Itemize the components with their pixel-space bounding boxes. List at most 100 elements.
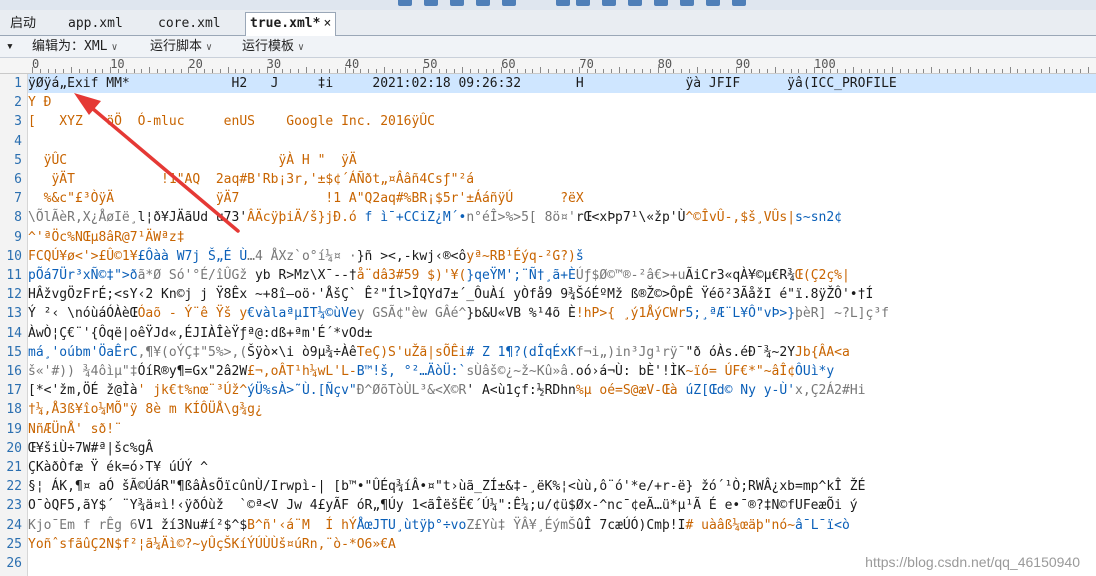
toolbar-icon-view[interactable] bbox=[628, 0, 642, 6]
text-line[interactable]: §¦ ÁK,¶¤ aÓ šÃ©ÚáR"¶ßâÀsÕïcûnÙ/Irwpì-| [… bbox=[28, 477, 1096, 496]
ruler-tick bbox=[1001, 69, 1003, 73]
ruler-tick bbox=[1009, 67, 1011, 73]
toolbar-icon-goto[interactable] bbox=[450, 0, 464, 6]
text-line[interactable]: HÂžvgÖzFrÉ;<sY‹2 Kn©j j Ÿ8Êx ~+8î—oö·'Åš… bbox=[28, 285, 1096, 304]
ruler-tick bbox=[336, 69, 338, 73]
tab-true-xml[interactable]: true.xml* × bbox=[245, 12, 337, 37]
text-line[interactable]: Y Ð bbox=[28, 93, 1096, 112]
text-line[interactable]: [ XYZ öÖ Ó-mluc enUS Google Inc. 2016ÿÛC bbox=[28, 112, 1096, 131]
toolbar-icon-hex[interactable] bbox=[576, 0, 590, 6]
text-line[interactable]: [*<'žm,ÖÉ ž@Ìà' jk€t%nœ¨³Úž^ýÜ%sÀ>˜Ù.[Ñç… bbox=[28, 381, 1096, 400]
toolbar-icon-help[interactable] bbox=[732, 0, 746, 6]
text-segment: oó›á¬Ù: bÈ'!ÌK bbox=[575, 364, 686, 379]
toolbar-icon-replace[interactable] bbox=[424, 0, 438, 6]
ruler-tick bbox=[782, 69, 784, 73]
toolbar-icon-calc[interactable] bbox=[602, 0, 616, 6]
text-segment: FCQÚ¥ø<'>£Û©1¥ bbox=[28, 248, 138, 264]
ruler-tick bbox=[900, 69, 902, 73]
collapse-toggle[interactable]: ▾ bbox=[6, 38, 14, 56]
edit-as-dropdown[interactable]: 编辑为：XML ∨ bbox=[32, 38, 118, 57]
tab-app-xml[interactable]: app.xml bbox=[64, 13, 127, 35]
ruler-tick bbox=[540, 67, 542, 73]
chevron-down-icon: ∨ bbox=[206, 42, 213, 53]
run-template-dropdown[interactable]: 运行模板 ∨ bbox=[242, 38, 304, 57]
text-line[interactable]: Œ¥šiÙ÷7W#ª|šc%gÂ bbox=[28, 439, 1096, 458]
toolbar-icon-script[interactable] bbox=[680, 0, 694, 6]
toolbar-icon-find[interactable] bbox=[398, 0, 412, 6]
text-line[interactable]: FCQÚ¥ø<'>£Û©1¥£Ôàà W7j Š„É Ù…4 ÅXz`o°í¼¤… bbox=[28, 247, 1096, 266]
text-segment: §¦ ÁK,¶¤ aÓ šÃ©ÚáR"¶ßâÀsÕïcûnÙ/Irwpì-| [… bbox=[28, 479, 866, 495]
tab-startup[interactable]: 启动 bbox=[6, 13, 40, 35]
text-segment: ÅœJTU¸ùtÿþ°÷vo bbox=[356, 517, 467, 533]
ruler-tick bbox=[438, 69, 440, 73]
text-segment: Ð^ØõTòÙL³&<X©R bbox=[356, 383, 467, 399]
line-number: 25 bbox=[6, 536, 22, 552]
text-line[interactable]: ÿÄT !1"AQ 2aq#B'Rb¡3r,'±$¢´ÁÑðt„¤Ââñ4Csƒ… bbox=[28, 170, 1096, 189]
ruler-tick bbox=[282, 69, 284, 73]
ruler-tick bbox=[141, 69, 143, 73]
text-segment: 5;¸ªÆ¨L¥Ô"vÞ>} bbox=[685, 306, 796, 322]
ruler-tick bbox=[227, 67, 229, 73]
toolbar-icon-mark[interactable] bbox=[502, 0, 516, 6]
ruler-tick bbox=[845, 69, 847, 73]
ruler-tick bbox=[71, 67, 73, 73]
text-segment: ÔUì*y bbox=[795, 364, 835, 379]
text-segment: š bbox=[575, 248, 584, 264]
text-line[interactable]: \ÕlÃèR,X¿ÅøIë¸l¦ð¥JÄãUd u73'ÂÄcÿþiÄ/š}jÐ… bbox=[28, 208, 1096, 227]
ruler-tick bbox=[853, 67, 855, 73]
text-segment: Ý ²‹ \nóùáÓÀèŒ bbox=[28, 306, 138, 322]
text-segment: }qeŸM';¨Ñ†¸ã+È bbox=[466, 268, 576, 283]
text-line[interactable]: NñÆÜnÅ' sð!¨ bbox=[28, 420, 1096, 439]
file-tab-bar: 启动 app.xml core.xml true.xml* × bbox=[0, 10, 1096, 37]
ruler-tick bbox=[391, 69, 393, 73]
text-line[interactable]: pÕá7Ür³xÑ©‡">ðã*Ø Só'°É/îÛGž yb R>Mz\X¯-… bbox=[28, 266, 1096, 285]
text-segment: má¸'oúbm'ÖaÊrC bbox=[28, 344, 138, 360]
text-line[interactable]: ÿØÿá„Exif MM* H2 J ‡i 2021:02:18 09:26:3… bbox=[28, 74, 1096, 94]
tab-core-xml[interactable]: core.xml bbox=[154, 13, 225, 35]
text-segment: …4 ÅXz`o°í¼¤ · bbox=[247, 248, 357, 264]
text-segment: rŒ<xÞp7¹\«žp'Ù bbox=[575, 210, 686, 226]
ruler-tick bbox=[102, 69, 104, 73]
text-line[interactable]: Kjo¯Em f rÊg 6V1 ží3Nu#í²$^$B^ñ'‹á¨M Í h… bbox=[28, 516, 1096, 535]
text-segment: ã*Ø Só'°É/îÛGž bbox=[137, 268, 248, 283]
text-line[interactable]: má¸'oúbm'ÖaÊrC,¶¥(oÝÇ‡"5%>,(Šÿò×\i ò9µ¾÷… bbox=[28, 343, 1096, 362]
text-line[interactable] bbox=[28, 132, 1096, 151]
ruler-label: 70 bbox=[579, 57, 594, 71]
close-icon[interactable]: × bbox=[323, 16, 331, 31]
line-number: 1 bbox=[14, 76, 22, 91]
ruler-tick bbox=[806, 69, 808, 73]
text-line[interactable]: ^'ªÖc%NŒµ8âR@7¹ÄWªz‡ bbox=[28, 228, 1096, 247]
toolbar-icon-bookmark[interactable] bbox=[476, 0, 490, 6]
text-line[interactable]: YoñˆsfãûÇ2N$f²¦ã¼Äì©?~yÛçŠKíÝÚÙÙš¤úRn,¨ò… bbox=[28, 535, 1096, 554]
text-segment: úZ[Œd© Ny y-Ù' bbox=[685, 383, 796, 399]
text-line[interactable]: O¯òQF5,ãY$´ ¨Y¾ä¤ì!‹ÿðÓùž `©ª<V Jw 4£yÃF… bbox=[28, 496, 1096, 515]
ruler-tick bbox=[970, 67, 972, 73]
text-segment: £Ôàà W7j Š„É Ù bbox=[137, 248, 248, 264]
toolbar-icon-options[interactable] bbox=[654, 0, 668, 6]
ruler-tick bbox=[313, 69, 315, 73]
text-line[interactable]: ÀwÒ¦Ç€¨'{Ôqë|oêŸJd«,ÉJIÀÎèŸƒª@:dß+ªm'É´*… bbox=[28, 324, 1096, 343]
line-number: 26 bbox=[6, 556, 22, 571]
text-editor[interactable]: ÿØÿá„Exif MM* H2 J ‡i 2021:02:18 09:26:3… bbox=[28, 74, 1096, 576]
text-line[interactable]: Ý ²‹ \nóùáÓÀèŒÓaõ - Ý¨ê Ÿš y€vàlaªµIT¼©ù… bbox=[28, 304, 1096, 323]
text-line[interactable]: š«'#)) ¾4ôìµ"‡ÓíR®y¶=Gx"2â2W£¬,oÂT¹h¼wL'… bbox=[28, 362, 1096, 381]
text-line[interactable]: †¼,Å3ß¥îo¼MÕ"ÿ 8è m KÍÔÜÅ\g¾g¿ bbox=[28, 400, 1096, 419]
run-script-dropdown[interactable]: 运行脚本 ∨ bbox=[150, 38, 212, 57]
text-segment: l¦ð¥JÄãUd u73' bbox=[137, 210, 248, 226]
ruler-tick bbox=[1056, 69, 1058, 73]
ruler-tick bbox=[493, 69, 495, 73]
line-number: 8 bbox=[14, 210, 22, 226]
text-segment: yb R>Mz\X¯--† bbox=[247, 268, 357, 283]
toolbar-icon-template[interactable] bbox=[706, 0, 720, 6]
line-number: 3 bbox=[14, 114, 22, 130]
text-segment: £¬,oÂT¹h¼wL'L- bbox=[247, 364, 357, 379]
line-number: 16 bbox=[6, 364, 22, 379]
toolbar-icon-compare[interactable] bbox=[556, 0, 570, 6]
text-segment: €vàlaªµIT¼©ùVe bbox=[247, 306, 357, 322]
ruler-tick bbox=[634, 69, 636, 73]
text-line[interactable]: ÿÛC ÿÀ H " ÿÄ bbox=[28, 151, 1096, 170]
ruler-tick bbox=[94, 69, 96, 73]
text-line[interactable]: ÇKàðÒfæ Ÿ ék=ó›T¥ úÚÝ ^ bbox=[28, 458, 1096, 477]
text-segment: Y Ð bbox=[28, 95, 52, 111]
text-line[interactable]: %&c"£³ÒÿÄ ÿÄ7 !1 A"Q2aq#%BR¡$5r'±ÁáñÿÚ ?… bbox=[28, 189, 1096, 208]
